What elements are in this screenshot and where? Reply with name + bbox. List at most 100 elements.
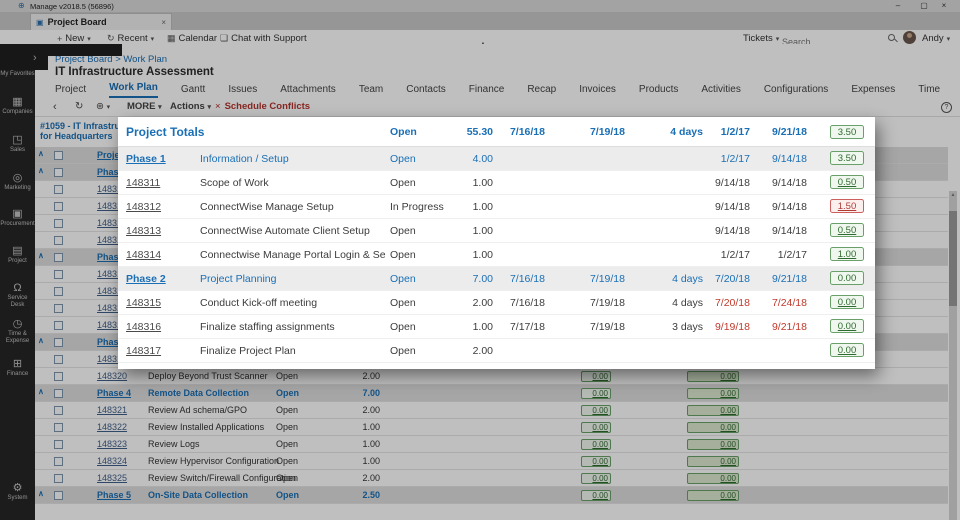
wbs-link[interactable]: 148322 — [97, 422, 127, 432]
row-checkbox[interactable] — [54, 304, 63, 313]
row-checkbox[interactable] — [54, 321, 63, 330]
hours-badge-wide[interactable]: 0.00 — [687, 371, 739, 382]
tab-contacts[interactable]: Contacts — [406, 84, 445, 98]
view-options-icon[interactable]: ⊛ ▾ — [96, 101, 110, 112]
tab-team[interactable]: Team — [359, 84, 383, 98]
row-checkbox[interactable] — [54, 440, 63, 449]
row-checkbox[interactable] — [54, 474, 63, 483]
collapse-row-icon[interactable]: ∧ — [38, 489, 44, 498]
hours-badge-wide[interactable]: 0.00 — [687, 490, 739, 501]
app-tab-project-board[interactable]: ▣ Project Board × — [30, 13, 172, 30]
wbs-link[interactable]: 148312 — [126, 201, 161, 213]
sidebar-expand[interactable]: › — [0, 44, 48, 70]
collapse-row-icon[interactable]: ∧ — [38, 166, 44, 175]
scroll-up-icon[interactable]: ▲ — [949, 192, 957, 198]
row-checkbox[interactable] — [54, 406, 63, 415]
row-checkbox[interactable] — [54, 202, 63, 211]
hours-badge[interactable]: 0.00 — [581, 473, 611, 484]
tab-finance[interactable]: Finance — [469, 84, 505, 98]
tab-gantt[interactable]: Gantt — [181, 84, 205, 98]
search-icon[interactable] — [888, 34, 895, 41]
row-checkbox[interactable] — [54, 355, 63, 364]
variance-badge[interactable]: 1.50 — [830, 199, 864, 213]
row-checkbox[interactable] — [54, 491, 63, 500]
sidebar-item-system[interactable]: ⚙System — [0, 482, 35, 502]
wbs-link[interactable]: 148320 — [97, 371, 127, 381]
row-checkbox[interactable] — [54, 270, 63, 279]
wbs-link[interactable]: 148317 — [126, 345, 161, 357]
variance-badge[interactable]: 0.50 — [830, 175, 864, 189]
row-checkbox[interactable] — [54, 253, 63, 262]
tab-recap[interactable]: Recap — [527, 84, 556, 98]
collapse-row-icon[interactable]: ∧ — [38, 251, 44, 260]
row-checkbox[interactable] — [54, 372, 63, 381]
chat-with-support[interactable]: ❏ Chat with Support — [220, 33, 307, 44]
tab-issues[interactable]: Issues — [228, 84, 257, 98]
wbs-link[interactable]: 148313 — [126, 225, 161, 237]
wbs-link[interactable]: 148323 — [97, 439, 127, 449]
wbs-link[interactable]: 148324 — [97, 456, 127, 466]
close-tab-icon[interactable]: × — [161, 18, 166, 27]
schedule-conflicts-button[interactable]: × Schedule Conflicts — [215, 101, 310, 112]
wbs-link[interactable]: 148325 — [97, 473, 127, 483]
tab-invoices[interactable]: Invoices — [579, 84, 616, 98]
wbs-link[interactable]: 148311 — [126, 177, 160, 189]
hours-badge-wide[interactable]: 0.00 — [687, 439, 739, 450]
user-menu[interactable]: Andy ▾ — [922, 33, 950, 44]
sidebar-item-sales[interactable]: ◳Sales — [0, 134, 35, 154]
hours-badge-wide[interactable]: 0.00 — [687, 422, 739, 433]
wbs-link[interactable]: Phase 4 — [97, 388, 131, 398]
tab-products[interactable]: Products — [639, 84, 678, 98]
variance-badge[interactable]: 0.00 — [830, 295, 864, 309]
sidebar-item-project[interactable]: ▤Project — [0, 245, 35, 265]
tab-project[interactable]: Project — [55, 84, 86, 98]
actions-menu[interactable]: Actions ▾ — [170, 101, 211, 112]
hours-badge-wide[interactable]: 0.00 — [687, 456, 739, 467]
variance-badge[interactable]: 1.00 — [830, 247, 864, 261]
collapse-row-icon[interactable]: ∧ — [38, 387, 44, 396]
tickets-menu[interactable]: Tickets ▾ — [743, 33, 779, 44]
variance-badge[interactable]: 0.50 — [830, 223, 864, 237]
tab-attachments[interactable]: Attachments — [280, 84, 336, 98]
row-checkbox[interactable] — [54, 389, 63, 398]
hours-badge[interactable]: 0.00 — [581, 405, 611, 416]
hours-badge[interactable]: 0.00 — [581, 490, 611, 501]
minimize-button[interactable]: – — [892, 1, 904, 10]
vertical-scroll-thumb[interactable] — [949, 211, 957, 306]
row-checkbox[interactable] — [54, 219, 63, 228]
collapse-row-icon[interactable]: ∧ — [38, 336, 44, 345]
tab-expenses[interactable]: Expenses — [851, 84, 895, 98]
row-checkbox[interactable] — [54, 185, 63, 194]
wbs-link[interactable]: Phase 5 — [97, 490, 131, 500]
wbs-link[interactable]: Phase 1 — [126, 153, 166, 165]
sidebar-item-time-expense[interactable]: ◷Time & Expense — [0, 318, 35, 344]
maximize-button[interactable]: ▢ — [918, 1, 930, 10]
refresh-icon[interactable]: ↻ — [75, 101, 83, 112]
hours-badge[interactable]: 0.00 — [581, 456, 611, 467]
wbs-link[interactable]: 148315 — [126, 297, 161, 309]
vertical-scrollbar[interactable]: ▲ ▼ — [949, 191, 957, 520]
tab-configurations[interactable]: Configurations — [764, 84, 828, 98]
row-checkbox[interactable] — [54, 168, 63, 177]
tab-time[interactable]: Time — [918, 84, 940, 98]
sidebar-item-procurement[interactable]: ▣Procurement — [0, 208, 35, 228]
hours-badge-wide[interactable]: 0.00 — [687, 405, 739, 416]
hours-badge[interactable]: 0.00 — [581, 422, 611, 433]
row-checkbox[interactable] — [54, 236, 63, 245]
new-menu[interactable]: + New ▾ — [57, 33, 91, 44]
row-checkbox[interactable] — [54, 457, 63, 466]
hours-badge[interactable]: 0.00 — [581, 439, 611, 450]
tab-activities[interactable]: Activities — [701, 84, 740, 98]
sidebar-item-marketing[interactable]: ◎Marketing — [0, 172, 35, 192]
row-checkbox[interactable] — [54, 151, 63, 160]
row-checkbox[interactable] — [54, 287, 63, 296]
close-window-button[interactable]: × — [938, 1, 950, 10]
wbs-link[interactable]: 148316 — [126, 321, 161, 333]
wbs-link[interactable]: Phase 2 — [126, 273, 166, 285]
sidebar-item-companies[interactable]: ▦Companies — [0, 96, 35, 116]
variance-badge[interactable]: 0.00 — [830, 319, 864, 333]
avatar[interactable] — [903, 31, 916, 44]
row-checkbox[interactable] — [54, 423, 63, 432]
recent-menu[interactable]: ↻ Recent ▾ — [107, 33, 154, 44]
variance-badge[interactable]: 0.00 — [830, 343, 864, 357]
